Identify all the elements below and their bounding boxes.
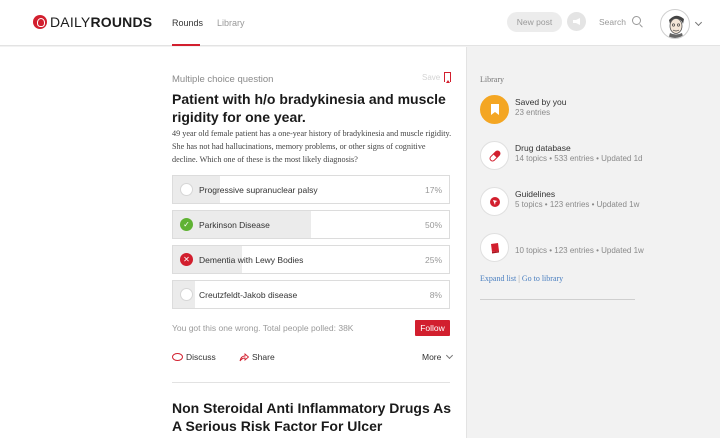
poll-result-note: You got this one wrong. Total people pol…: [172, 323, 354, 333]
library-item-meta: 10 topics • 123 entries • Updated 1w: [515, 246, 644, 255]
poll-option[interactable]: Progressive supranuclear palsy 17%: [172, 175, 450, 204]
logo-text: DAILYROUNDS: [50, 14, 153, 30]
top-header: DAILYROUNDS Rounds Library New post Sear…: [0, 0, 720, 46]
poll-option[interactable]: Creutzfeldt-Jakob disease 8%: [172, 280, 450, 309]
chevron-down-icon: [446, 351, 454, 360]
library-item-name: Saved by you: [515, 97, 567, 107]
bookmark-icon: [444, 72, 452, 83]
option-label: Creutzfeldt-Jakob disease: [199, 290, 298, 300]
search-icon[interactable]: [632, 16, 641, 25]
search-label[interactable]: Search: [599, 17, 626, 27]
share-icon: [239, 352, 249, 361]
guidelines-icon: [489, 196, 500, 207]
check-icon: ✓: [180, 218, 193, 231]
library-item-saved[interactable]: Saved by you 23 entries: [480, 95, 680, 129]
library-links: Expand list | Go to library: [480, 274, 563, 283]
more-label: More: [422, 352, 442, 362]
library-item-name: Drug database: [515, 143, 571, 153]
option-percent: 8%: [429, 290, 442, 300]
library-item-books[interactable]: 10 topics • 123 entries • Updated 1w: [480, 233, 680, 267]
option-percent: 17%: [424, 185, 442, 195]
user-caricature-icon: [668, 15, 684, 38]
book-circle: [480, 233, 509, 262]
option-percent: 25%: [424, 255, 442, 265]
avatar[interactable]: [660, 9, 690, 39]
new-post-button[interactable]: New post: [507, 12, 562, 32]
post-divider: [172, 382, 450, 383]
saved-circle: [480, 95, 509, 124]
guidelines-circle: [480, 187, 509, 216]
link-separator: |: [518, 274, 520, 283]
question-body: 49 year old female patient has a one-yea…: [172, 129, 452, 164]
cross-icon: ✕: [180, 253, 193, 266]
sidebar-divider: [480, 299, 635, 300]
library-item-meta: 23 entries: [515, 108, 551, 117]
drug-circle: [480, 141, 509, 170]
more-button[interactable]: More: [422, 351, 454, 362]
chat-icon: [172, 353, 183, 361]
book-icon: [490, 242, 499, 253]
logo-icon: [33, 15, 47, 29]
chevron-down-icon[interactable]: [694, 18, 703, 27]
tab-rounds[interactable]: Rounds: [172, 18, 203, 28]
bookmark-icon: [490, 104, 499, 115]
post-title[interactable]: Non Steroidal Anti Inflammatory Drugs As…: [172, 399, 457, 435]
library-item-meta: 5 topics • 123 entries • Updated 1w: [515, 200, 640, 209]
discuss-button[interactable]: Discuss: [172, 352, 216, 362]
share-label: Share: [252, 352, 275, 362]
tab-library[interactable]: Library: [217, 18, 245, 28]
option-label: Parkinson Disease: [199, 220, 270, 230]
dailyrounds-logo[interactable]: DAILYROUNDS: [33, 14, 152, 30]
question-title[interactable]: Patient with h/o bradykinesia and muscle…: [172, 90, 447, 126]
library-item-guidelines[interactable]: Guidelines 5 topics • 123 entries • Upda…: [480, 187, 680, 221]
save-label: Save: [422, 72, 441, 82]
radio-icon: [180, 288, 193, 301]
library-item-drug-database[interactable]: Drug database 14 topics • 533 entries • …: [480, 141, 680, 175]
library-item-name: Guidelines: [515, 189, 556, 199]
megaphone-icon: [572, 18, 580, 25]
option-label: Dementia with Lewy Bodies: [199, 255, 304, 265]
sidebar-title: Library: [480, 75, 504, 84]
active-tab-indicator: [172, 44, 200, 46]
follow-button[interactable]: Follow: [415, 320, 450, 336]
poll-option[interactable]: ✕ Dementia with Lewy Bodies 25%: [172, 245, 450, 274]
radio-icon: [180, 183, 193, 196]
save-button[interactable]: Save: [422, 72, 452, 83]
expand-list-link[interactable]: Expand list: [480, 274, 516, 283]
feed: Multiple choice question Save Patient wi…: [0, 47, 467, 438]
discuss-label: Discuss: [186, 352, 216, 362]
option-percent: 50%: [424, 220, 442, 230]
option-label: Progressive supranuclear palsy: [199, 185, 318, 195]
pill-icon: [489, 150, 500, 161]
question-type: Multiple choice question: [172, 74, 274, 85]
share-button[interactable]: Share: [239, 352, 275, 362]
announcement-button[interactable]: [567, 12, 586, 31]
go-to-library-link[interactable]: Go to library: [522, 274, 563, 283]
library-item-meta: 14 topics • 533 entries • Updated 1d: [515, 154, 643, 163]
poll-option[interactable]: ✓ Parkinson Disease 50%: [172, 210, 450, 239]
